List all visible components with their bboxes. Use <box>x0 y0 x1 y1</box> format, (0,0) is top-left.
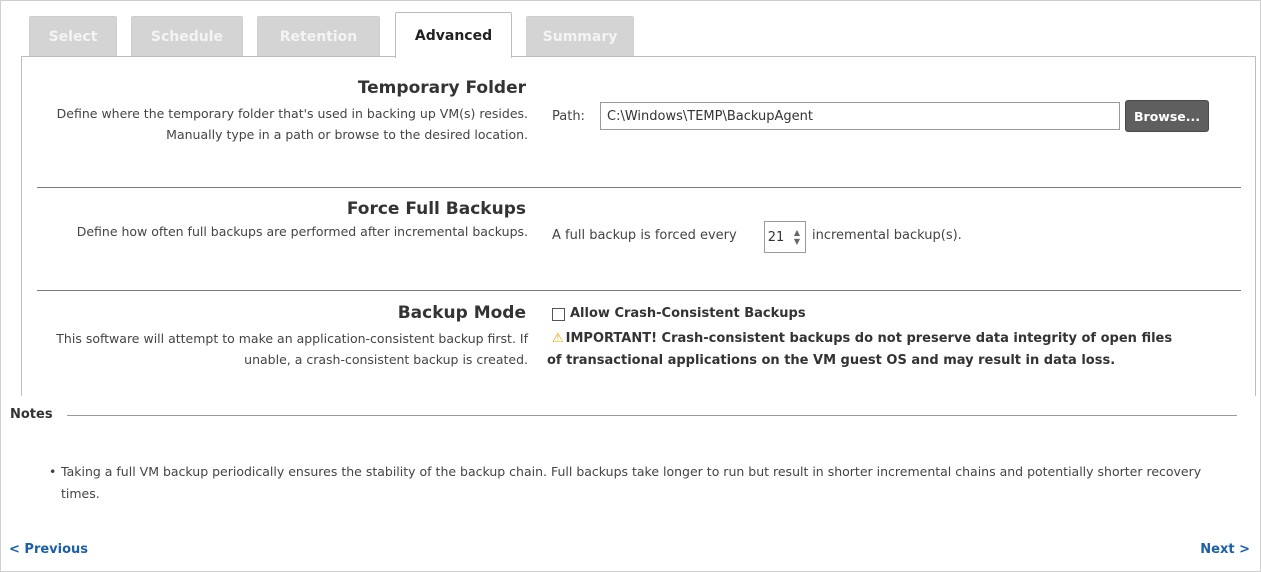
interval-stepper[interactable]: 21 ▲ ▼ <box>764 221 806 253</box>
wizard-frame: Select Schedule Retention Advanced Summa… <box>0 0 1261 572</box>
warning-triangle-icon: ⚠ <box>552 331 564 346</box>
panel-right-border <box>1255 56 1256 396</box>
path-label: Path: <box>552 109 585 124</box>
tab-advanced[interactable]: Advanced <box>395 12 512 58</box>
notes-divider <box>67 415 1237 416</box>
temporary-folder-title: Temporary Folder <box>357 78 526 98</box>
backup-mode-description: This software will attempt to make an ap… <box>56 331 528 367</box>
panel-top-border <box>21 56 1256 57</box>
warning-line-1: ⚠ IMPORTANT! Crash-consistent backups do … <box>552 331 1172 346</box>
tab-summary[interactable]: Summary <box>526 16 634 57</box>
crash-consistent-checkbox[interactable] <box>552 308 565 321</box>
stepper-arrows[interactable]: ▲ ▼ <box>789 224 805 250</box>
stepper-up-icon[interactable]: ▲ <box>794 228 800 237</box>
tab-select[interactable]: Select <box>29 16 117 57</box>
force-interval-suffix: incremental backup(s). <box>812 228 962 243</box>
section-divider <box>37 187 1241 188</box>
path-input[interactable] <box>600 102 1120 130</box>
crash-consistent-label[interactable]: Allow Crash-Consistent Backups <box>570 306 806 321</box>
note-item: • Taking a full VM backup periodically e… <box>49 461 1241 505</box>
section-divider <box>37 290 1241 291</box>
interval-value[interactable]: 21 <box>765 230 787 245</box>
next-link[interactable]: Next > <box>1200 542 1250 557</box>
backup-mode-title: Backup Mode <box>397 303 526 323</box>
warning-text-1: IMPORTANT! Crash-consistent backups do n… <box>565 331 1173 346</box>
tab-retention[interactable]: Retention <box>257 16 380 57</box>
notes-label: Notes <box>10 407 53 422</box>
warning-line-2: of transactional applications on the VM … <box>547 353 1116 368</box>
browse-button[interactable]: Browse... <box>1125 100 1209 132</box>
force-full-backups-description: Define how often full backups are perfor… <box>76 224 528 239</box>
tab-schedule[interactable]: Schedule <box>131 16 243 57</box>
bullet-icon: • <box>49 464 57 479</box>
stepper-down-icon[interactable]: ▼ <box>794 237 800 246</box>
panel-left-border <box>21 56 22 396</box>
previous-link[interactable]: < Previous <box>9 542 88 557</box>
force-full-backups-title: Force Full Backups <box>346 199 526 219</box>
force-interval-prefix: A full backup is forced every <box>552 228 737 243</box>
note-text: Taking a full VM backup periodically ens… <box>61 464 1202 501</box>
temporary-folder-description: Define where the temporary folder that's… <box>56 106 528 142</box>
